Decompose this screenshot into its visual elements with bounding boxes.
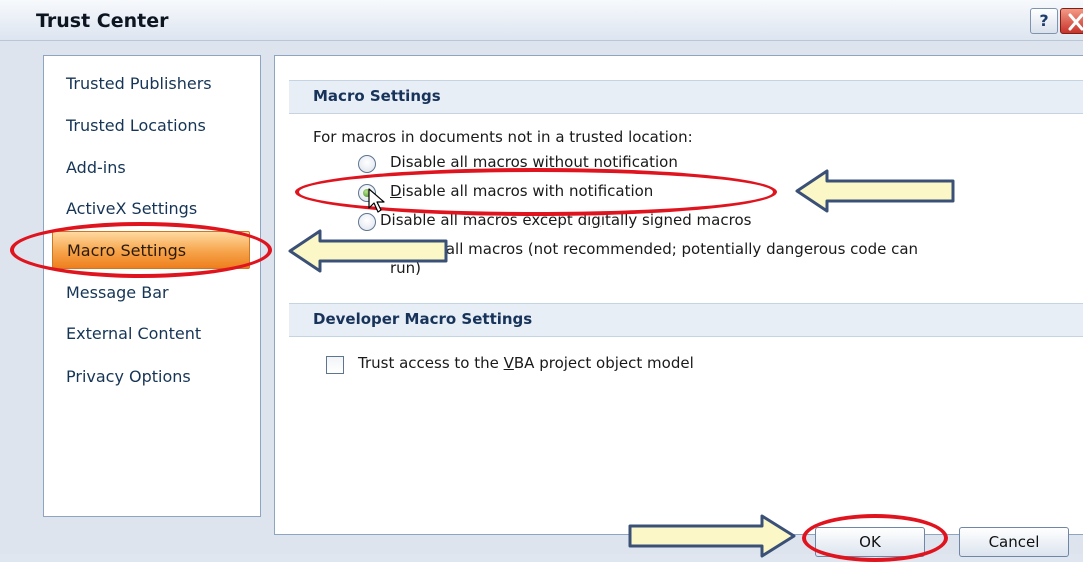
nav-message-bar[interactable]: Message Bar <box>52 274 250 312</box>
radio-disable-no-notification[interactable] <box>358 155 376 173</box>
close-icon <box>1068 13 1083 31</box>
macro-settings-header: Macro Settings <box>289 80 1083 114</box>
nav-activex-settings[interactable]: ActiveX Settings <box>52 190 250 228</box>
macro-intro-text: For macros in documents not in a trusted… <box>313 128 693 146</box>
help-button[interactable]: ? <box>1030 8 1058 34</box>
nav-privacy-options[interactable]: Privacy Options <box>52 358 250 396</box>
category-list: Trusted Publishers Trusted Locations Add… <box>43 55 261 517</box>
settings-panel <box>274 55 1083 535</box>
vba-trust-label: Trust access to the VBA project object m… <box>358 354 694 372</box>
radio-enable-all[interactable] <box>358 242 376 260</box>
cancel-button[interactable]: Cancel <box>959 527 1069 557</box>
option-label-4-continued: run) <box>390 259 422 277</box>
option-label-4: Enable all macros (not recommended; pote… <box>390 240 919 258</box>
radio-disable-with-notification[interactable] <box>358 184 376 202</box>
radio-disable-except-signed[interactable] <box>358 213 376 231</box>
nav-add-ins[interactable]: Add-ins <box>52 149 250 187</box>
close-button[interactable] <box>1060 8 1083 34</box>
nav-macro-settings[interactable]: Macro Settings <box>52 231 250 269</box>
title-bar: Trust Center ? <box>0 0 1083 41</box>
nav-external-content[interactable]: External Content <box>52 315 250 353</box>
vba-trust-checkbox[interactable] <box>326 356 344 374</box>
nav-trusted-locations[interactable]: Trusted Locations <box>52 107 250 145</box>
macro-settings-heading: Macro Settings <box>313 87 441 105</box>
trust-center-dialog: Trust Center ? Trusted Publishers Truste… <box>0 0 1083 562</box>
option-label-3: Disable all macros except digitally sign… <box>380 211 752 229</box>
dialog-title: Trust Center <box>36 10 169 32</box>
option-label-2: Disable all macros with notification <box>390 182 654 200</box>
developer-settings-heading: Developer Macro Settings <box>313 310 533 328</box>
developer-settings-header: Developer Macro Settings <box>289 303 1083 337</box>
nav-trusted-publishers[interactable]: Trusted Publishers <box>52 65 250 103</box>
ok-button[interactable]: OK <box>815 527 925 557</box>
option-label-1: Disable all macros without notification <box>390 153 678 171</box>
